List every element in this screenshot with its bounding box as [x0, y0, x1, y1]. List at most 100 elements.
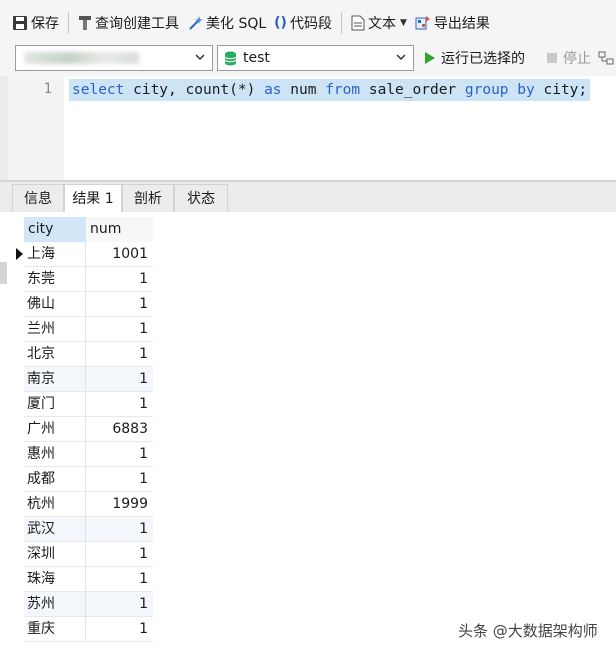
cell-num[interactable]: 1: [86, 467, 153, 492]
result-rows: 上海 1001 东莞 1 佛山 1 兰州 1 北京 1 南京 1 厦门 1 广州 6883 惠州 1 成都 1 杭州 19…: [24, 242, 153, 642]
cell-city[interactable]: 深圳: [24, 542, 86, 567]
table-row[interactable]: 重庆 1: [24, 617, 153, 642]
table-row[interactable]: 武汉 1: [24, 517, 153, 542]
current-row-indicator-icon: [16, 248, 23, 260]
connection-select[interactable]: [15, 45, 213, 71]
database-select-value: test: [243, 50, 270, 66]
cell-num[interactable]: 1: [86, 292, 153, 317]
cell-city[interactable]: 厦门: [24, 392, 86, 417]
run-selected-button[interactable]: 运行已选择的: [424, 47, 525, 69]
save-label: 保存: [31, 16, 59, 32]
table-row[interactable]: 北京 1: [24, 342, 153, 367]
column-header-city[interactable]: city: [24, 217, 86, 242]
cell-num[interactable]: 1: [86, 392, 153, 417]
tab-result-1[interactable]: 结果 1: [64, 184, 122, 212]
document-icon: [351, 15, 365, 31]
table-row[interactable]: 南京 1: [24, 367, 153, 392]
table-row[interactable]: 惠州 1: [24, 442, 153, 467]
table-row[interactable]: 杭州 1999: [24, 492, 153, 517]
sql-editor[interactable]: 1 select city, count(*) as num from sale…: [8, 76, 616, 180]
cell-city[interactable]: 重庆: [24, 617, 86, 642]
hammer-icon: [78, 15, 92, 31]
table-row[interactable]: 深圳 1: [24, 542, 153, 567]
cell-city[interactable]: 南京: [24, 367, 86, 392]
cell-num[interactable]: 1: [86, 517, 153, 542]
export-results-button[interactable]: 导出结果: [411, 9, 494, 37]
cell-num[interactable]: 1: [86, 592, 153, 617]
cell-num[interactable]: 1: [86, 617, 153, 642]
sql-code-line[interactable]: select city, count(*) as num from sale_o…: [69, 79, 591, 101]
table-row[interactable]: 珠海 1: [24, 567, 153, 592]
code-snippet-button[interactable]: () 代码段: [270, 9, 336, 37]
table-row[interactable]: 厦门 1: [24, 392, 153, 417]
beautify-sql-label: 美化 SQL: [206, 16, 267, 32]
run-selected-label: 运行已选择的: [441, 51, 525, 67]
sql-keyword: from: [325, 82, 361, 98]
chevron-down-icon: [194, 51, 206, 67]
line-number: 1: [43, 81, 52, 97]
tab-profile[interactable]: 剖析: [122, 184, 174, 212]
sql-text: sale_order: [360, 82, 465, 98]
cell-num[interactable]: 1: [86, 542, 153, 567]
tab-status[interactable]: 状态: [174, 184, 228, 212]
query-builder-label: 查询创建工具: [95, 16, 179, 32]
database-icon: [224, 51, 237, 66]
cell-num[interactable]: 1: [86, 442, 153, 467]
column-header-num[interactable]: num: [86, 217, 153, 242]
stop-label: 停止: [563, 51, 591, 67]
table-row[interactable]: 佛山 1: [24, 292, 153, 317]
table-row[interactable]: 上海 1001: [24, 242, 153, 267]
editor-left-strip: [0, 76, 8, 180]
redacted-connection-name: [24, 52, 139, 64]
sql-text: city;: [534, 82, 588, 98]
toolbar-separator: [68, 12, 69, 34]
table-row[interactable]: 成都 1: [24, 467, 153, 492]
cell-num[interactable]: 6883: [86, 417, 153, 442]
panel-resize-handle[interactable]: [0, 262, 7, 284]
cell-num[interactable]: 1: [86, 317, 153, 342]
cell-city[interactable]: 珠海: [24, 567, 86, 592]
stop-icon: [546, 52, 558, 64]
cell-city[interactable]: 惠州: [24, 442, 86, 467]
cell-city[interactable]: 北京: [24, 342, 86, 367]
cell-num[interactable]: 1: [86, 367, 153, 392]
query-builder-button[interactable]: 查询创建工具: [74, 9, 183, 37]
cell-city[interactable]: 佛山: [24, 292, 86, 317]
database-select[interactable]: test: [217, 45, 414, 71]
cell-city[interactable]: 东莞: [24, 267, 86, 292]
export-results-label: 导出结果: [433, 16, 490, 32]
sql-keyword: group: [464, 82, 509, 98]
cell-city[interactable]: 杭州: [24, 492, 86, 517]
cell-num[interactable]: 1: [86, 567, 153, 592]
cell-city[interactable]: 兰州: [24, 317, 86, 342]
stop-button[interactable]: 停止: [546, 47, 591, 69]
cell-city[interactable]: 成都: [24, 467, 86, 492]
toolbar-separator: [340, 12, 342, 34]
text-mode-button[interactable]: 文本 ▼: [347, 9, 411, 37]
cell-city[interactable]: 上海: [24, 242, 86, 267]
table-row[interactable]: 东莞 1: [24, 267, 153, 292]
sql-keyword: as: [264, 82, 282, 98]
main-toolbar: 保存 查询创建工具 美化 SQL () 代码段 文本 ▼ 导出结果: [0, 0, 616, 46]
line-number-gutter: 1: [8, 76, 64, 180]
save-button[interactable]: 保存: [8, 9, 63, 37]
cell-city[interactable]: 苏州: [24, 592, 86, 617]
table-row[interactable]: 苏州 1: [24, 592, 153, 617]
cell-num[interactable]: 1001: [86, 242, 153, 267]
cell-city[interactable]: 武汉: [24, 517, 86, 542]
table-row[interactable]: 广州 6883: [24, 417, 153, 442]
table-row[interactable]: 兰州 1: [24, 317, 153, 342]
magic-wand-icon: [187, 15, 203, 31]
chevron-down-icon: [395, 51, 407, 67]
beautify-sql-button[interactable]: 美化 SQL: [183, 9, 270, 37]
cell-num[interactable]: 1: [86, 267, 153, 292]
cell-num[interactable]: 1: [86, 342, 153, 367]
tab-info[interactable]: 信息: [12, 184, 64, 212]
sql-keyword: select: [72, 82, 125, 98]
cell-num[interactable]: 1999: [86, 492, 153, 517]
explain-icon[interactable]: [598, 50, 614, 70]
cell-city[interactable]: 广州: [24, 417, 86, 442]
sql-text: city, count(*): [124, 82, 265, 98]
parentheses-icon: (): [274, 15, 287, 31]
